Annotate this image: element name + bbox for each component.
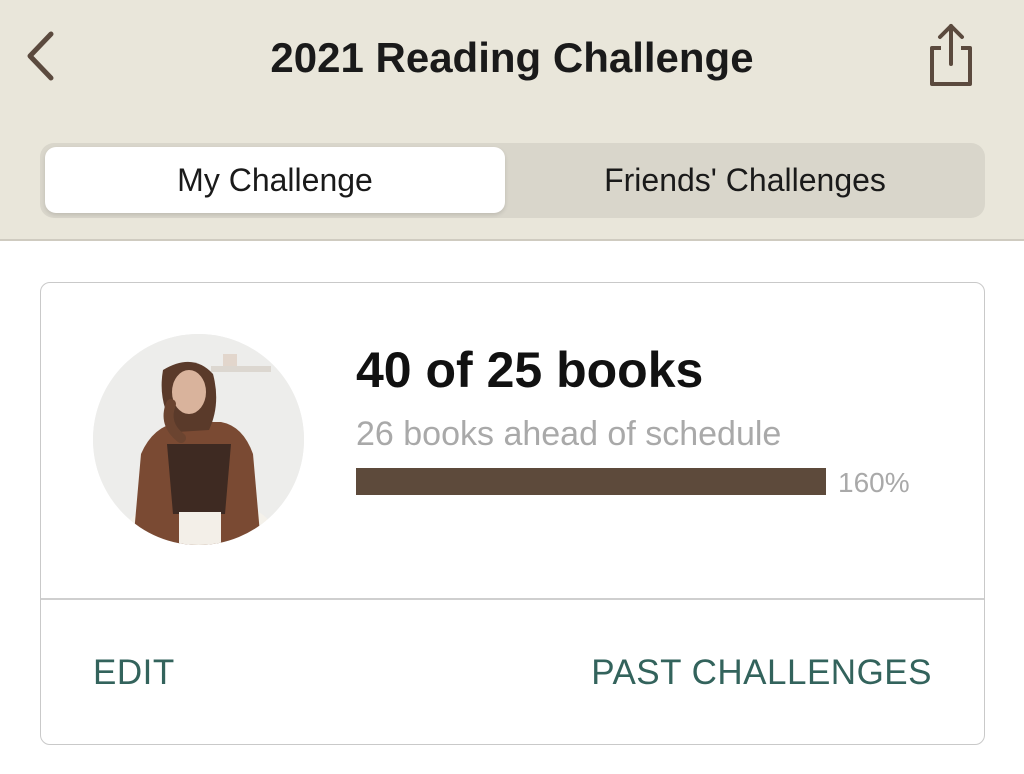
top-bar: 2021 Reading Challenge My Challenge Frie…	[0, 0, 1024, 241]
books-count: 40 of 25 books	[356, 342, 704, 398]
challenge-tabs: My Challenge Friends' Challenges	[40, 143, 985, 218]
progress-bar	[356, 468, 826, 495]
challenge-card: 40 of 25 books 26 books ahead of schedul…	[40, 282, 985, 745]
schedule-status: 26 books ahead of schedule	[356, 415, 782, 453]
card-divider	[41, 598, 984, 600]
page-title: 2021 Reading Challenge	[270, 34, 754, 81]
progress-fill	[356, 468, 826, 495]
avatar[interactable]	[93, 334, 304, 545]
tab-my-challenge[interactable]: My Challenge	[45, 147, 505, 213]
edit-button[interactable]: EDIT	[93, 653, 175, 693]
progress-percent: 160%	[838, 467, 910, 498]
past-challenges-button[interactable]: PAST CHALLENGES	[591, 653, 932, 693]
share-icon	[924, 22, 978, 93]
tab-friends-challenges[interactable]: Friends' Challenges	[510, 147, 980, 213]
share-button[interactable]	[918, 22, 984, 92]
